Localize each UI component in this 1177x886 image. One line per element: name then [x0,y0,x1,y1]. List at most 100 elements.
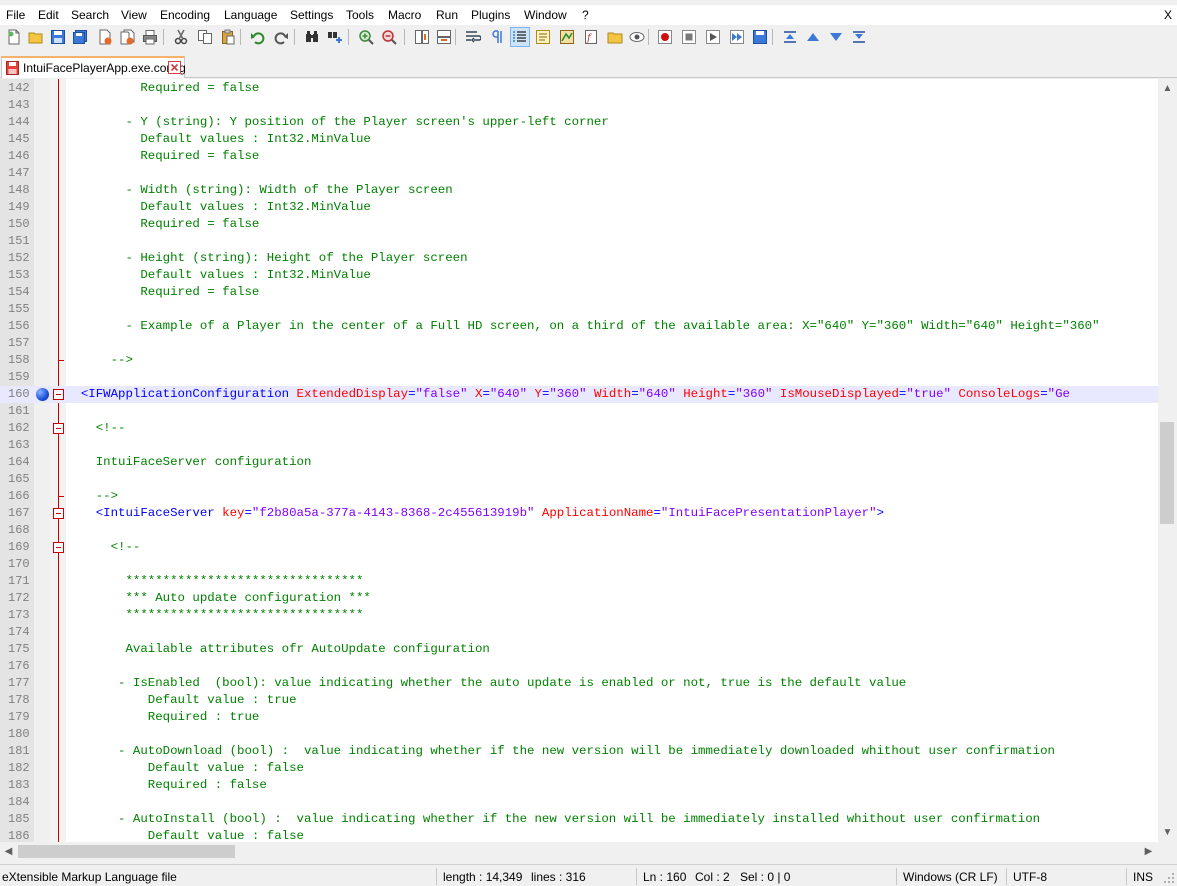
horizontal-scrollbar[interactable]: ◀ ▶ [0,842,1158,861]
zoom-out-icon[interactable] [379,27,399,47]
code-line[interactable]: 172 *** Auto update configuration *** [0,590,1177,607]
save-all-icon[interactable] [70,27,90,47]
code-line[interactable]: 179 Required : true [0,709,1177,726]
horizontal-scroll-thumb[interactable] [18,845,235,858]
udl-icon[interactable] [533,27,553,47]
run-macro-multiple-icon[interactable] [727,27,747,47]
code-text[interactable]: IntuiFaceServer configuration [66,455,312,469]
monitor-icon[interactable] [627,27,647,47]
current-line[interactable]: 160 <IFWApplicationConfiguration Extende… [0,386,1177,403]
code-text[interactable]: Required = false [66,285,259,299]
code-line[interactable]: 165 [0,471,1177,488]
status-eol-format[interactable]: Windows (CR LF) [903,870,998,884]
code-text[interactable]: --> [66,353,133,367]
code-text[interactable]: <!-- [66,540,141,554]
code-line[interactable]: 174 [0,624,1177,641]
menu-macro[interactable]: Macro [388,8,421,22]
code-line[interactable]: 142 Required = false [0,80,1177,97]
print-icon[interactable] [140,27,160,47]
code-text[interactable]: *** Auto update configuration *** [66,591,370,605]
code-line[interactable]: 147 [0,165,1177,182]
code-line[interactable]: 143 [0,97,1177,114]
code-text[interactable]: Required = false [66,81,259,95]
code-text[interactable]: - Width (string): Width of the Player sc… [66,183,452,197]
close-all-icon[interactable] [117,27,137,47]
sync-vertical-icon[interactable] [412,27,432,47]
folder-workspace-icon[interactable] [605,27,625,47]
code-line[interactable]: 173 ******************************** [0,607,1177,624]
redo-icon[interactable] [271,27,291,47]
scroll-up-icon[interactable]: ▲ [1162,83,1173,94]
code-text[interactable]: ******************************** [66,608,363,622]
code-line[interactable]: 154 Required = false [0,284,1177,301]
code-line[interactable]: 157 [0,335,1177,352]
code-line[interactable]: 167 <IntuiFaceServer key="f2b80a5a-377a-… [0,505,1177,522]
code-text[interactable]: Default value : true [66,693,297,707]
code-text[interactable]: Default values : Int32.MinValue [66,268,371,282]
save-macro-icon[interactable] [750,27,770,47]
menu-language[interactable]: Language [224,8,277,22]
function-list-icon[interactable]: f [581,27,601,47]
code-line[interactable]: 177 - IsEnabled (bool): value indicating… [0,675,1177,692]
unfold-all-icon[interactable] [849,27,869,47]
code-line[interactable]: 162 <!-- [0,420,1177,437]
code-text[interactable]: Default value : false [66,761,304,775]
open-file-icon[interactable] [26,27,46,47]
editor-area[interactable]: 142 Required = false 143 144 - Y (string):… [0,79,1177,842]
code-line[interactable]: 148 - Width (string): Width of the Playe… [0,182,1177,199]
record-macro-icon[interactable] [655,27,675,47]
code-text[interactable]: Required = false [66,149,259,163]
paste-icon[interactable] [218,27,238,47]
code-text[interactable]: Default values : Int32.MinValue [66,132,371,146]
menu-settings[interactable]: Settings [290,8,333,22]
code-text[interactable]: - IsEnabled (bool): value indicating whe… [66,676,906,690]
zoom-in-icon[interactable] [356,27,376,47]
menu-encoding[interactable]: Encoding [160,8,210,22]
code-line[interactable]: 151 [0,233,1177,250]
code-line[interactable]: 171 ******************************** [0,573,1177,590]
word-wrap-icon[interactable] [463,27,483,47]
code-line[interactable]: 170 [0,556,1177,573]
menu-run[interactable]: Run [436,8,458,22]
replace-icon[interactable] [325,27,345,47]
menu-tools[interactable]: Tools [346,8,374,22]
copy-icon[interactable] [195,27,215,47]
status-encoding[interactable]: UTF-8 [1013,870,1047,884]
code-line[interactable]: 178 Default value : true [0,692,1177,709]
code-line[interactable]: 161 [0,403,1177,420]
code-text[interactable]: ******************************** [66,574,363,588]
code-text[interactable]: - AutoDownload (bool) : value indicating… [66,744,1055,758]
code-text[interactable]: --> [66,489,118,503]
code-text[interactable]: - AutoInstall (bool) : value indicating … [66,812,1040,826]
prev-bookmark-icon[interactable] [803,27,823,47]
scroll-right-icon[interactable]: ▶ [1143,846,1154,857]
code-line[interactable]: 181 - AutoDownload (bool) : value indica… [0,743,1177,760]
sync-horizontal-icon[interactable] [434,27,454,47]
close-document-button[interactable]: X [1164,8,1172,22]
save-icon[interactable] [48,27,68,47]
code-text[interactable]: Required : true [66,710,260,724]
doc-map-icon[interactable] [557,27,577,47]
menu-edit[interactable]: Edit [38,8,59,22]
code-line[interactable]: 182 Default value : false [0,760,1177,777]
undo-icon[interactable] [248,27,268,47]
close-icon[interactable] [95,27,115,47]
code-line[interactable]: 168 [0,522,1177,539]
stop-record-icon[interactable] [679,27,699,47]
code-line[interactable]: 153 Default values : Int32.MinValue [0,267,1177,284]
code-line[interactable]: 184 [0,794,1177,811]
code-text[interactable]: Required = false [66,217,259,231]
cut-icon[interactable] [171,27,191,47]
code-line[interactable]: 145 Default values : Int32.MinValue [0,131,1177,148]
menu-help[interactable]: ? [582,8,589,22]
code-text[interactable]: - Example of a Player in the center of a… [66,319,1099,333]
code-line[interactable]: 164 IntuiFaceServer configuration [0,454,1177,471]
file-tab[interactable]: IntuiFacePlayerApp.exe.config [1,56,186,78]
vertical-scroll-thumb[interactable] [1160,422,1174,524]
code-line[interactable]: 144 - Y (string): Y position of the Play… [0,114,1177,131]
code-line[interactable]: 186 Default value : false [0,828,1177,842]
code-line[interactable]: 166 --> [0,488,1177,505]
code-line[interactable]: 185 - AutoInstall (bool) : value indicat… [0,811,1177,828]
code-line[interactable]: 180 [0,726,1177,743]
show-all-chars-icon[interactable] [487,27,507,47]
